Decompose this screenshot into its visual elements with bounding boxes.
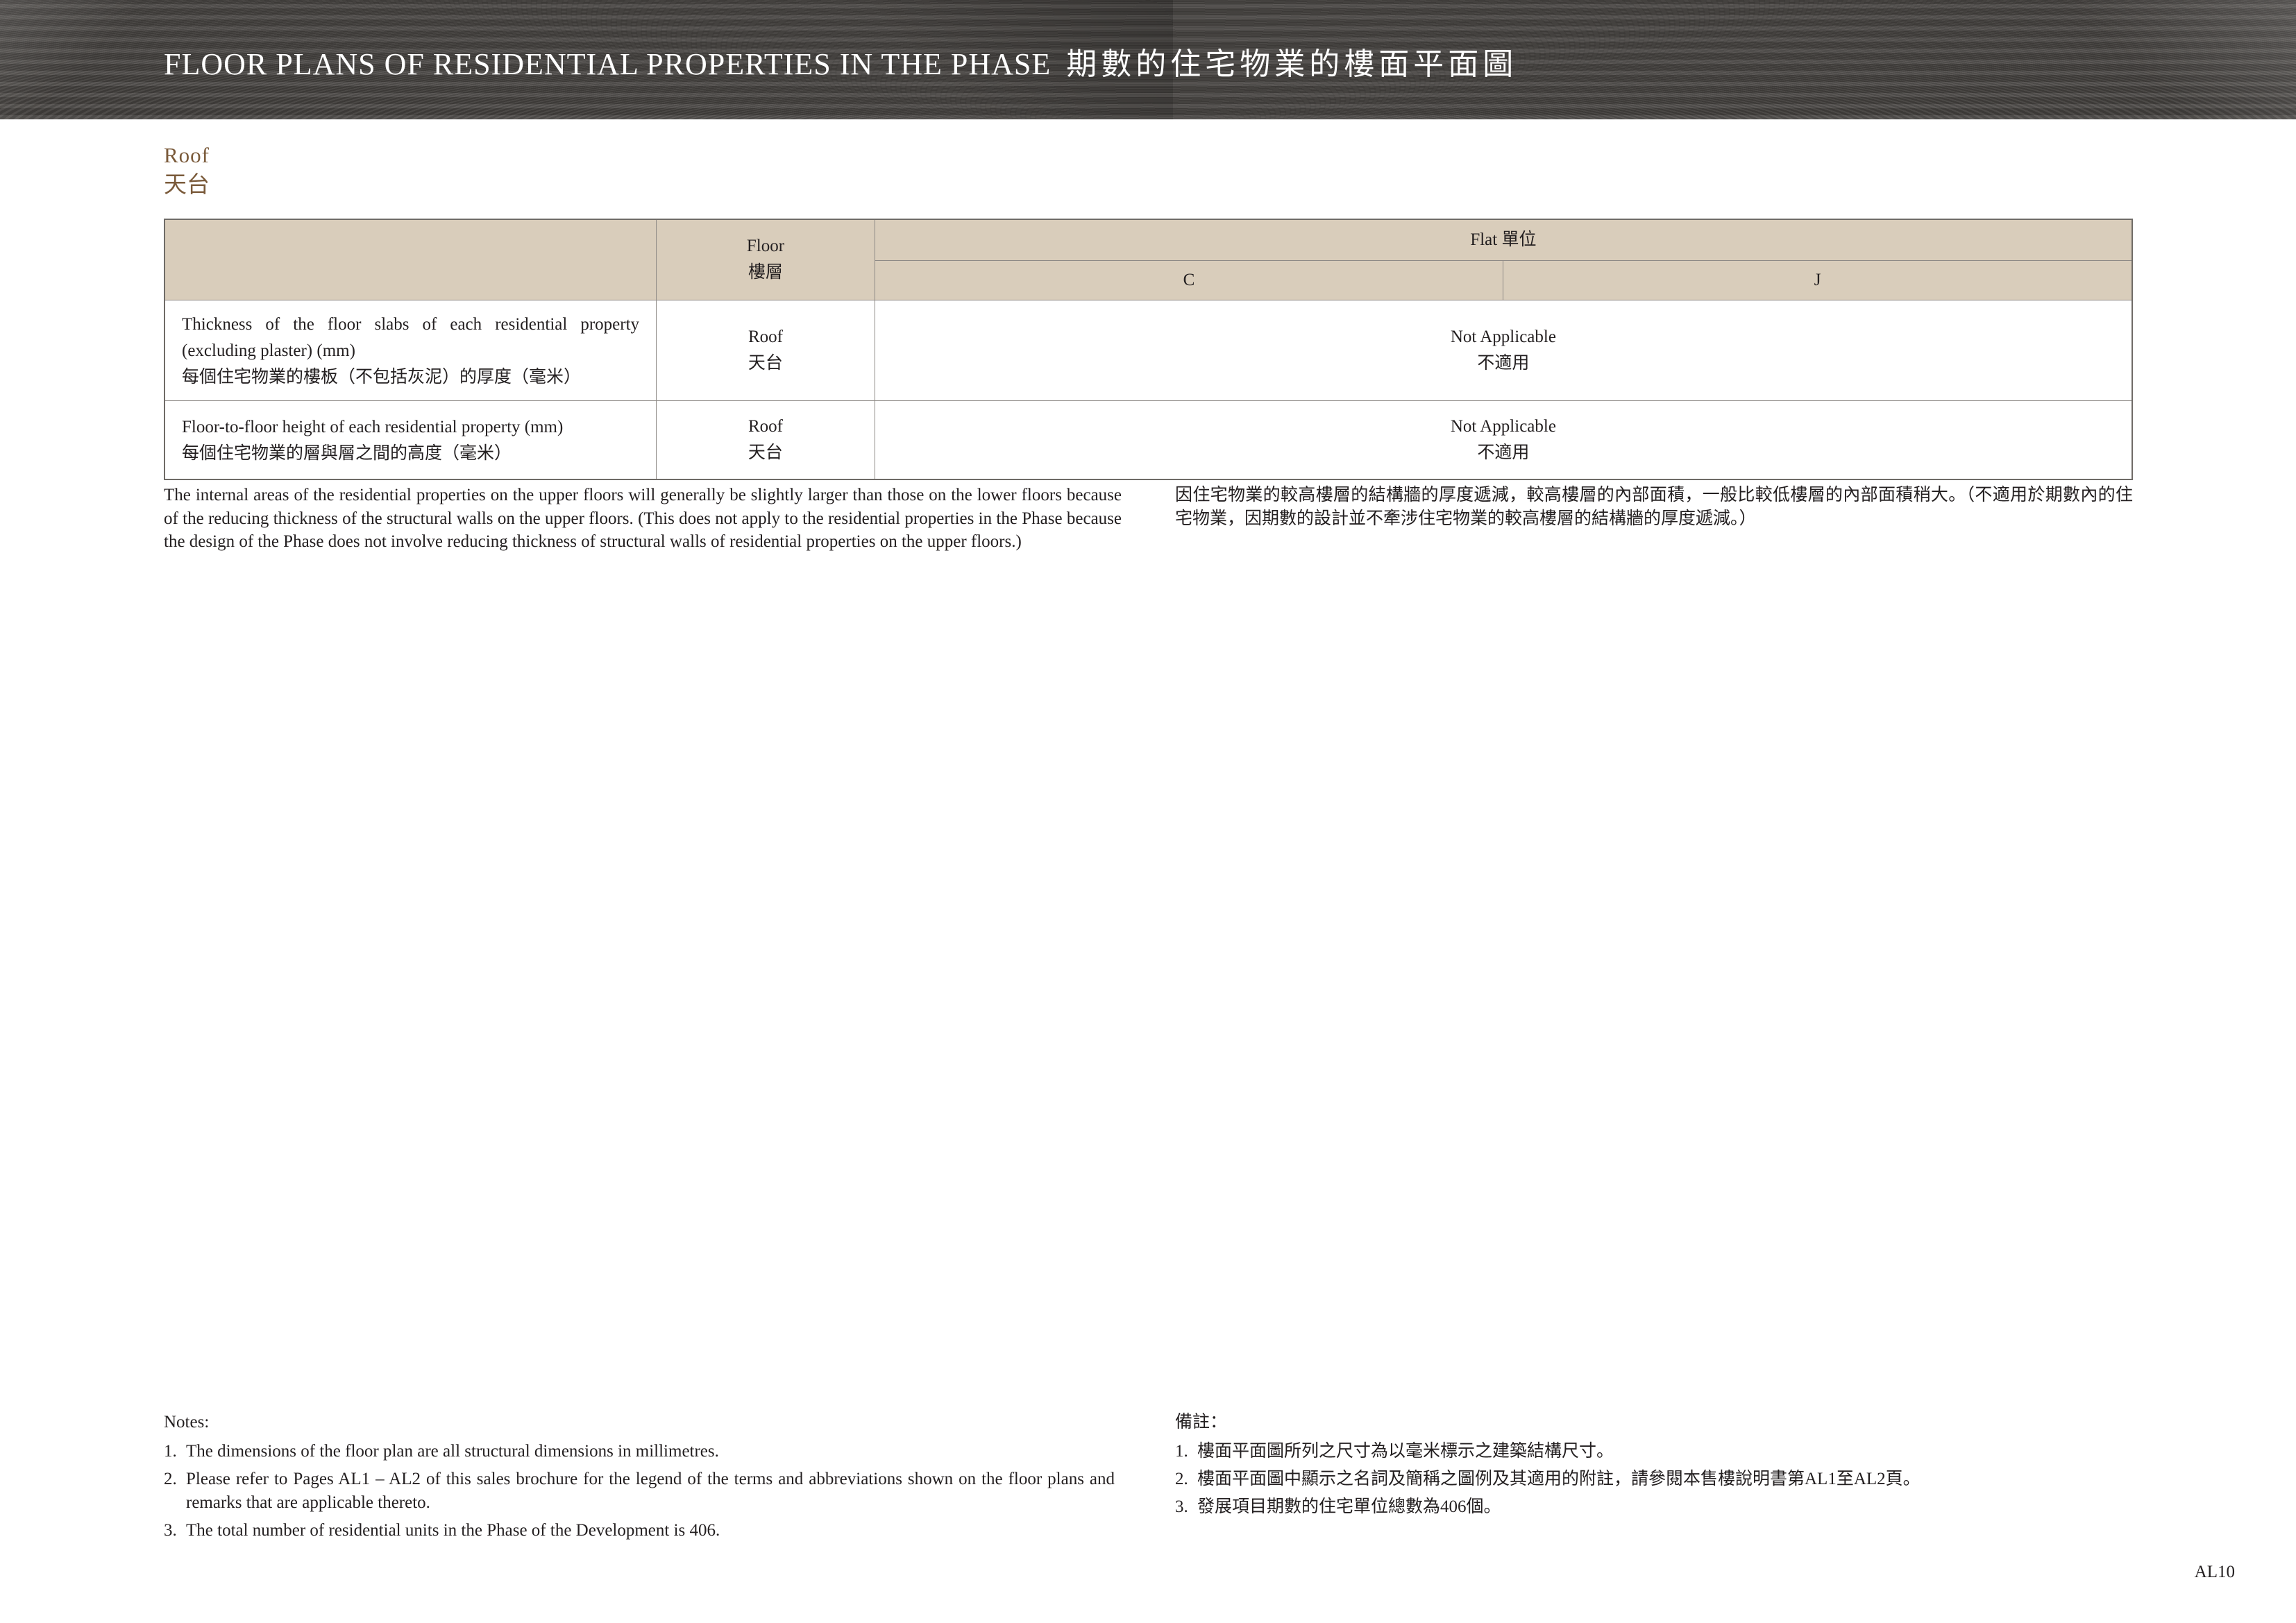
note-number: 2. (1175, 1470, 1188, 1488)
section-title-en: Roof (164, 143, 210, 167)
table-row: Floor-to-floor height of each residentia… (164, 400, 2133, 479)
note-text: The total number of residential units in… (186, 1521, 720, 1540)
note-number: 1. (1175, 1442, 1188, 1461)
table-row: Thickness of the floor slabs of each res… (164, 299, 2133, 401)
row-value-zh: 不適用 (1477, 443, 1530, 462)
list-item: 2. 樓面平面圖中顯示之名詞及簡稱之圖例及其適用的附註，請參閱本售樓說明書第AL… (1175, 1468, 2133, 1491)
header-banner: FLOOR PLANS OF RESIDENTIAL PROPERTIES IN… (0, 0, 2296, 119)
row-label-en: Floor-to-floor height of each residentia… (182, 417, 564, 436)
remark-paragraph-en: The internal areas of the residential pr… (164, 486, 1122, 551)
note-text: Please refer to Pages AL1 – AL2 of this … (186, 1470, 1115, 1512)
note-number: 1. (164, 1442, 177, 1461)
page-title-en: FLOOR PLANS OF RESIDENTIAL PROPERTIES IN… (164, 47, 1052, 81)
row-value-en: Not Applicable (1450, 327, 1556, 346)
floor-spec-table: Floor 樓層 Flat 單位 C J Thickness of the fl… (164, 219, 2133, 480)
row-label-zh: 每個住宅物業的樓板（不包括灰泥）的厚度（毫米） (182, 367, 582, 386)
table-header-floor-en: Floor (746, 237, 785, 256)
row-floor-en: Roof (748, 327, 783, 346)
row-label-zh: 每個住宅物業的層與層之間的高度（毫米） (182, 443, 512, 463)
section-title: Roof 天台 (164, 142, 210, 201)
table-header-row: Floor 樓層 Flat 單位 (164, 219, 2133, 300)
row-floor-zh: 天台 (748, 353, 783, 373)
row-value-zh: 不適用 (1477, 353, 1530, 373)
remark-paragraph-zh: 因住宅物業的較高樓層的結構牆的厚度遞減，較高樓層的內部面積，一般比較低樓層的內部… (1175, 486, 2133, 528)
table-header-blank (164, 219, 657, 300)
row-label-slab-thickness: Thickness of the floor slabs of each res… (164, 299, 657, 401)
section-title-zh: 天台 (164, 173, 210, 198)
row-label-en: Thickness of the floor slabs of each res… (182, 314, 640, 360)
row-floor-en: Roof (748, 416, 783, 436)
note-number: 2. (164, 1470, 177, 1488)
list-item: 3. 發展項目期數的住宅單位總數為406個。 (1175, 1495, 2133, 1519)
note-number: 3. (1175, 1497, 1188, 1516)
list-item: 3. The total number of residential units… (164, 1519, 1115, 1543)
notes-heading-zh: 備註： (1175, 1413, 1228, 1431)
list-item: 1. 樓面平面圖所列之尺寸為以毫米標示之建築結構尺寸。 (1175, 1440, 2133, 1463)
list-item: 2. Please refer to Pages AL1 – AL2 of th… (164, 1468, 1115, 1515)
banner-facet-right (1999, 0, 2296, 119)
notes-heading-en: Notes: (164, 1413, 210, 1431)
row-value-en: Not Applicable (1450, 416, 1556, 436)
notes-zh: 備註： 1. 樓面平面圖所列之尺寸為以毫米標示之建築結構尺寸。 2. 樓面平面圖… (1175, 1411, 2133, 1523)
note-text: 樓面平面圖中顯示之名詞及簡稱之圖例及其適用的附註，請參閱本售樓說明書第AL1至A… (1197, 1470, 1921, 1488)
note-text: 發展項目期數的住宅單位總數為406個。 (1197, 1497, 1501, 1516)
page-title: FLOOR PLANS OF RESIDENTIAL PROPERTIES IN… (164, 39, 1517, 83)
note-text: 樓面平面圖所列之尺寸為以毫米標示之建築結構尺寸。 (1197, 1442, 1614, 1461)
table-header-floor: Floor 樓層 (656, 219, 875, 300)
list-item: 1. The dimensions of the floor plan are … (164, 1440, 1115, 1463)
row-value-cell: Not Applicable 不適用 (874, 299, 2133, 401)
note-number: 3. (164, 1521, 177, 1540)
row-floor-cell: Roof 天台 (656, 299, 875, 401)
row-floor-cell: Roof 天台 (656, 400, 875, 479)
row-value-cell: Not Applicable 不適用 (874, 400, 2133, 479)
table-header-flat-c: C (874, 260, 1504, 300)
note-text: The dimensions of the floor plan are all… (186, 1442, 719, 1461)
notes-en: Notes: 1. The dimensions of the floor pl… (164, 1411, 1115, 1547)
banner-facet-left (0, 0, 132, 119)
table-header-flat-j: J (1503, 260, 2133, 300)
row-floor-zh: 天台 (748, 443, 783, 462)
row-label-floor-height: Floor-to-floor height of each residentia… (164, 400, 657, 479)
page-number: AL10 (2194, 1563, 2235, 1581)
page-title-zh: 期數的住宅物業的樓面平面圖 (1066, 47, 1518, 81)
table-header-flat: Flat 單位 (874, 219, 2133, 261)
table-header-floor-zh: 樓層 (748, 263, 783, 282)
